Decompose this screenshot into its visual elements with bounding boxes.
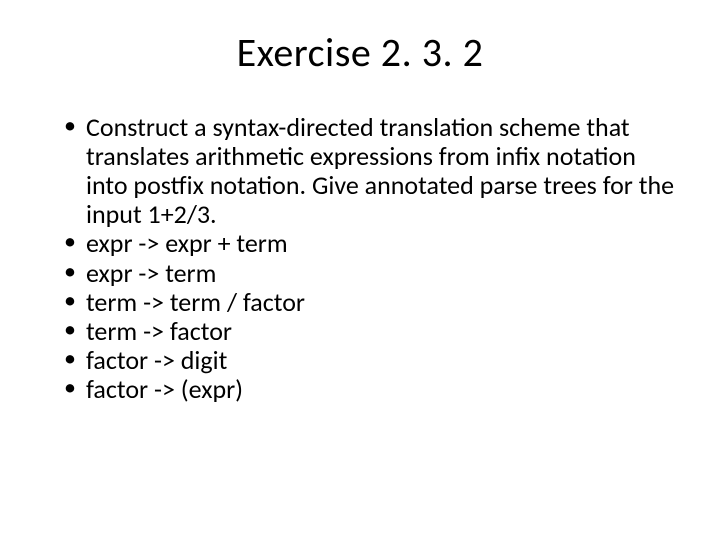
list-item: factor -> digit [64, 346, 680, 375]
slide: Exercise 2. 3. 2 Construct a syntax-dire… [0, 0, 720, 540]
list-item: term -> factor [64, 317, 680, 346]
list-item: factor -> (expr) [64, 375, 680, 404]
list-item: Construct a syntax-directed translation … [64, 113, 680, 229]
list-item: expr -> expr + term [64, 229, 680, 258]
bullet-list: Construct a syntax-directed translation … [40, 113, 680, 404]
slide-title: Exercise 2. 3. 2 [40, 28, 680, 77]
list-item: term -> term / factor [64, 288, 680, 317]
list-item: expr -> term [64, 259, 680, 288]
